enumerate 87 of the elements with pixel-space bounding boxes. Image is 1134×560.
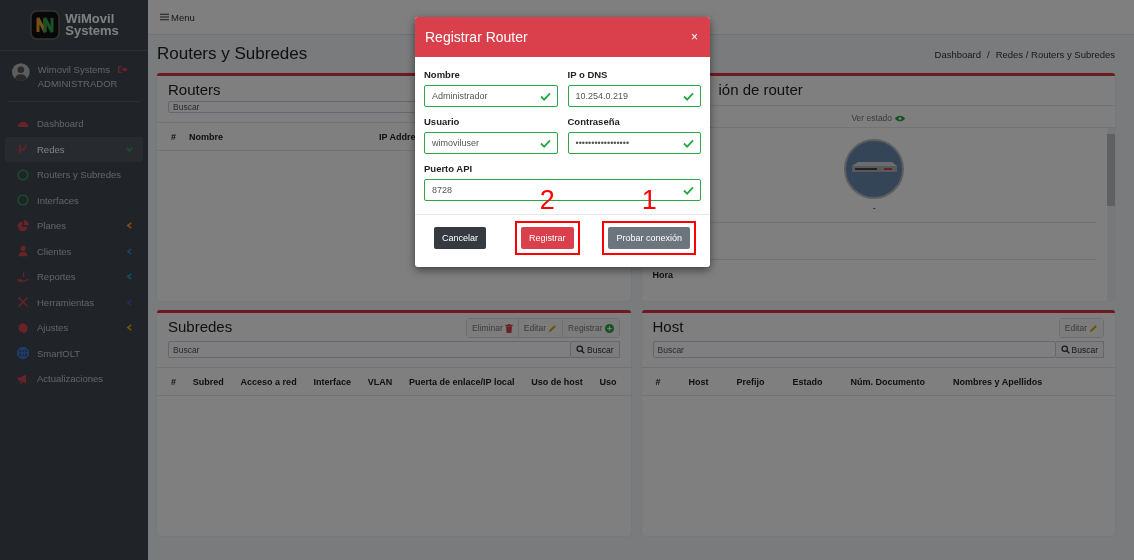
logo-icon	[29, 9, 62, 41]
circle-icon	[17, 194, 29, 207]
nav-item[interactable]: Dashboard	[5, 111, 143, 137]
breadcrumb-item[interactable]: Dashboard	[934, 48, 981, 60]
nav-subitem[interactable]: Interfaces	[5, 187, 143, 213]
dialog-button[interactable]: Registrar	[521, 227, 574, 249]
column-header: Prefijo	[736, 376, 765, 387]
trash-icon	[504, 323, 513, 333]
dialog-button[interactable]: Probar conexión	[608, 227, 690, 249]
nav-item[interactable]: SmartOLT	[5, 340, 143, 366]
search-icon	[1060, 345, 1070, 354]
input-field[interactable]: Administrador	[424, 85, 558, 107]
column-header: Nombre	[189, 131, 224, 142]
column-header: Nombres y Apellidos	[953, 376, 1043, 387]
nav-item[interactable]: Herramientas	[5, 289, 143, 315]
nav-item[interactable]: Redes	[5, 136, 143, 162]
nav-icon	[17, 219, 29, 232]
check-icon	[683, 185, 694, 195]
dialog-title: Registrar Router	[425, 29, 528, 45]
column-header: IP Addre	[379, 131, 416, 142]
nav-item[interactable]: Reportes	[5, 264, 143, 290]
input-field[interactable]: 10.254.0.219	[567, 85, 701, 107]
input-field[interactable]: wimoviluser	[424, 132, 558, 154]
circle-icon	[17, 168, 29, 181]
column-header: Acceso a red	[240, 376, 297, 387]
nav-item[interactable]: Planes	[5, 213, 143, 239]
column-header: Uso	[599, 376, 617, 387]
router-caption: -	[872, 203, 876, 213]
nav-icon	[17, 296, 29, 309]
menu-button[interactable]: Menu	[160, 11, 195, 23]
nav-icon	[17, 245, 29, 258]
field-label: Nombre	[424, 69, 461, 80]
breadcrumb-item[interactable]: Redes / Routers y Subredes	[995, 48, 1115, 60]
action-button[interactable]: Registrar	[562, 319, 619, 337]
column-header: Subred	[192, 376, 224, 387]
logout-icon[interactable]	[117, 65, 128, 74]
dialog-button[interactable]: Cancelar	[434, 227, 487, 249]
card-title: Host	[652, 318, 684, 335]
nav-icon	[17, 321, 29, 334]
avatar	[12, 61, 30, 83]
column-header: #	[171, 131, 177, 142]
card-title: Routers	[168, 81, 221, 98]
card-title: Subredes	[168, 318, 233, 335]
column-header: #	[655, 376, 661, 387]
check-icon	[683, 91, 694, 101]
column-header: Puerta de enlace/IP local	[409, 376, 515, 387]
search-field[interactable]: Buscar	[652, 341, 1056, 358]
menu-icon	[160, 13, 169, 21]
search-field[interactable]: Buscar	[168, 341, 572, 358]
scrollbar[interactable]	[1107, 128, 1115, 301]
field-label: Puerto API	[424, 163, 474, 174]
field-label: IP o DNS	[567, 69, 609, 80]
highlight-frame	[515, 221, 580, 255]
field-label: Contraseña	[567, 116, 621, 127]
breadcrumb-separator: /	[987, 48, 990, 60]
logo-text: WiMovil Systems	[65, 13, 119, 37]
nav-icon	[17, 347, 29, 360]
check-icon	[539, 91, 551, 101]
close-button[interactable]: ×	[689, 30, 700, 44]
input-field[interactable]: •••••••••••••••••	[567, 132, 701, 154]
pencil-icon	[548, 323, 557, 333]
plus-circle-icon	[604, 323, 614, 333]
column-header: Estado	[792, 376, 823, 387]
eye-icon	[895, 114, 906, 122]
page-title: Routers y Subredes	[157, 44, 308, 64]
info-label: Hora	[652, 269, 673, 280]
field-label: Usuario	[424, 116, 461, 127]
card-title: ión de router	[718, 81, 803, 98]
pencil-icon	[1089, 323, 1098, 333]
check-icon	[539, 138, 551, 148]
search-button[interactable]: Buscar	[1055, 341, 1104, 358]
column-header: Uso de host	[531, 376, 583, 387]
column-header: Host	[688, 376, 709, 387]
column-header: Interface	[313, 376, 351, 387]
search-icon	[576, 345, 586, 354]
nav-icon	[17, 143, 29, 156]
column-header: #	[171, 376, 176, 387]
user-role: ADMINISTRADOR	[37, 78, 119, 89]
check-icon	[683, 138, 694, 148]
nav-icon	[17, 270, 29, 283]
column-header: VLAN	[367, 376, 393, 387]
column-header: Núm. Documento	[850, 376, 926, 387]
search-button[interactable]: Buscar	[571, 341, 620, 358]
status-link[interactable]: Ver estado	[851, 113, 893, 123]
nav-item[interactable]: Actualizaciones	[5, 366, 143, 392]
nav-icon	[17, 372, 29, 385]
user-name: Wimovil Systems	[37, 64, 110, 75]
